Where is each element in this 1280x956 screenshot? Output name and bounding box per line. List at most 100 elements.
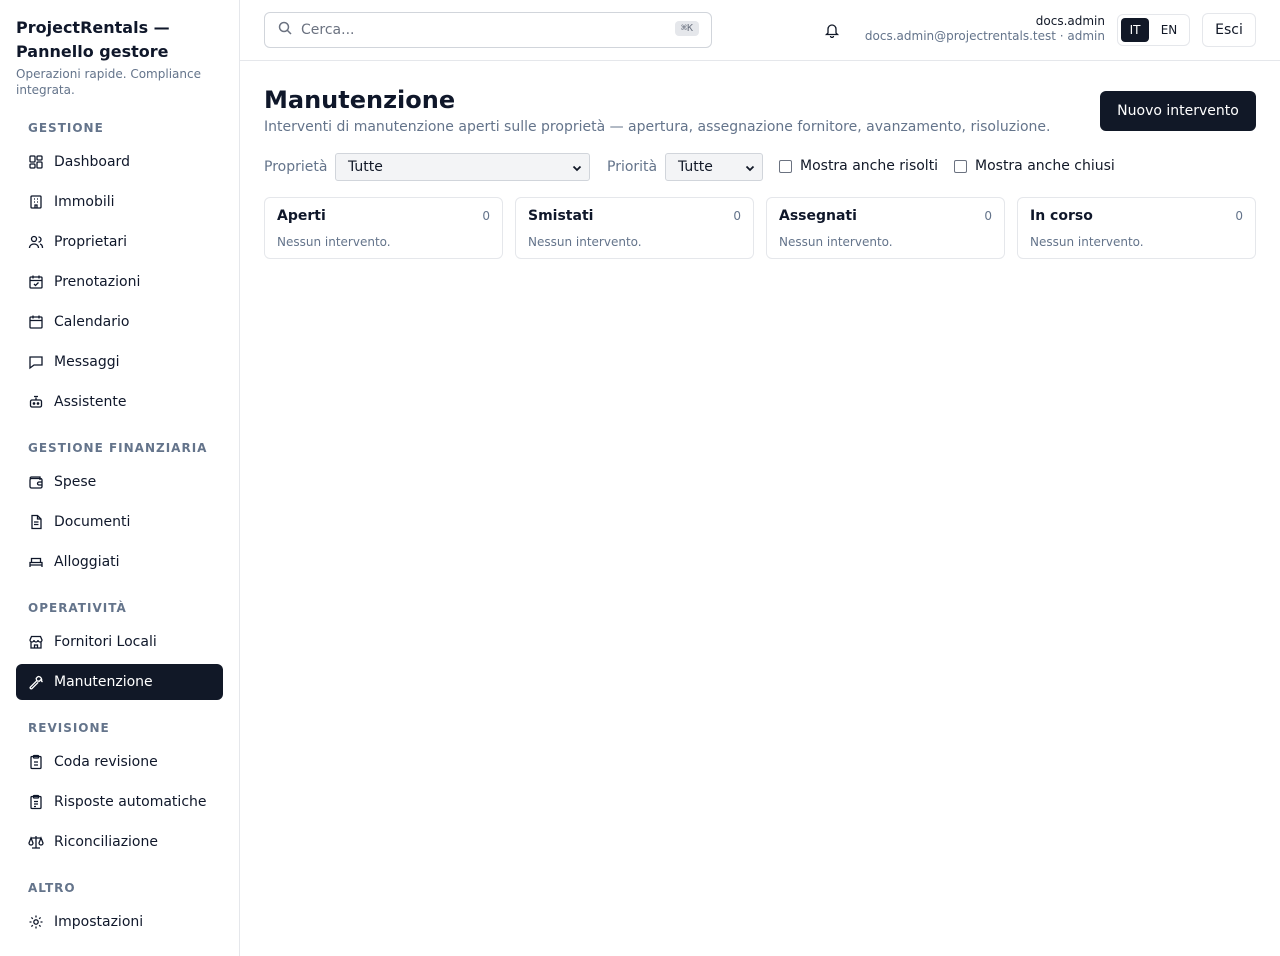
calendar-icon bbox=[28, 314, 44, 330]
search-input[interactable] bbox=[301, 22, 651, 38]
sidebar-item-label: Riconciliazione bbox=[54, 834, 158, 850]
lang-en-button[interactable]: EN bbox=[1155, 18, 1183, 42]
user-info: docs.admin docs.admin@projectrentals.tes… bbox=[865, 14, 1105, 44]
lang-it-button[interactable]: IT bbox=[1121, 18, 1149, 42]
brand-subtitle: Operazioni rapide. Compliance integrata. bbox=[16, 67, 201, 97]
gear-icon bbox=[28, 914, 44, 930]
priority-filter-label: Priorità bbox=[607, 159, 658, 175]
priority-select[interactable]: Tutte bbox=[665, 153, 763, 181]
section-title-operativita: OPERATIVITÀ bbox=[28, 601, 127, 615]
sidebar-item-label: Impostazioni bbox=[54, 914, 144, 930]
show-closed-checkbox[interactable]: Mostra anche chiusi bbox=[954, 158, 1115, 174]
sidebar-item-label: Documenti bbox=[54, 514, 131, 530]
sidebar-item-messaggi[interactable]: Messaggi bbox=[16, 344, 223, 380]
show-resolved-label: Mostra anche risolti bbox=[800, 158, 939, 174]
column-empty-text: Nessun intervento. bbox=[528, 235, 642, 249]
property-select-value: Tutte bbox=[348, 159, 383, 175]
message-icon bbox=[28, 354, 44, 370]
dashboard-icon bbox=[28, 154, 44, 170]
sidebar-item-label: Spese bbox=[54, 474, 97, 490]
sidebar-item-documenti[interactable]: Documenti bbox=[16, 504, 223, 540]
sidebar-item-prenotazioni[interactable]: Prenotazioni bbox=[16, 264, 223, 300]
column-count: 0 bbox=[733, 209, 741, 223]
column-title: Assegnati bbox=[779, 208, 857, 224]
page-subtitle: Interventi di manutenzione aperti sulle … bbox=[264, 119, 1051, 135]
column-empty-text: Nessun intervento. bbox=[1030, 235, 1144, 249]
show-resolved-checkbox[interactable]: Mostra anche risolti bbox=[779, 158, 938, 174]
new-intervention-button[interactable]: Nuovo intervento bbox=[1100, 91, 1256, 131]
sidebar-item-impostazioni[interactable]: Impostazioni bbox=[16, 904, 223, 940]
sidebar-item-coda-revisione[interactable]: Coda revisione bbox=[16, 744, 223, 780]
section-title-altro: ALTRO bbox=[28, 881, 76, 895]
sidebar-item-label: Assistente bbox=[54, 394, 127, 410]
column-empty-text: Nessun intervento. bbox=[779, 235, 893, 249]
chevron-down-icon bbox=[571, 162, 583, 174]
search-box[interactable]: ⌘K bbox=[264, 12, 712, 48]
checkbox-box[interactable] bbox=[954, 159, 967, 173]
property-filter-label: Proprietà bbox=[264, 159, 328, 175]
sidebar-item-alloggiati[interactable]: Alloggiati bbox=[16, 544, 223, 580]
sidebar-item-riconciliazione[interactable]: Riconciliazione bbox=[16, 824, 223, 860]
sidebar-item-dashboard[interactable]: Dashboard bbox=[16, 144, 223, 180]
sidebar-item-immobili[interactable]: Immobili bbox=[16, 184, 223, 220]
kanban-column-in-corso: In corso 0 Nessun intervento. bbox=[1017, 197, 1256, 259]
bell-icon[interactable] bbox=[824, 22, 840, 39]
bed-icon bbox=[28, 554, 44, 570]
wrench-icon bbox=[28, 674, 44, 690]
sidebar-item-calendario[interactable]: Calendario bbox=[16, 304, 223, 340]
users-icon bbox=[28, 234, 44, 250]
scale-icon bbox=[28, 834, 44, 850]
sidebar-item-label: Manutenzione bbox=[54, 674, 153, 690]
column-count: 0 bbox=[482, 209, 490, 223]
column-count: 0 bbox=[984, 209, 992, 223]
building-icon bbox=[28, 194, 44, 210]
calendar-check-icon bbox=[28, 274, 44, 290]
sidebar-item-label: Fornitori Locali bbox=[54, 634, 157, 650]
sidebar-item-label: Immobili bbox=[54, 194, 115, 210]
sidebar-item-label: Alloggiati bbox=[54, 554, 120, 570]
sidebar-item-manutenzione[interactable]: Manutenzione bbox=[16, 664, 223, 700]
clipboard-icon bbox=[28, 754, 44, 770]
column-empty-text: Nessun intervento. bbox=[277, 235, 391, 249]
kanban-column-assegnati: Assegnati 0 Nessun intervento. bbox=[766, 197, 1005, 259]
checkbox-box[interactable] bbox=[779, 159, 792, 173]
store-icon bbox=[28, 634, 44, 650]
sidebar-item-label: Dashboard bbox=[54, 154, 130, 170]
logout-button[interactable]: Esci bbox=[1202, 13, 1256, 47]
language-switcher: IT EN bbox=[1117, 14, 1190, 46]
sidebar-item-fornitori-locali[interactable]: Fornitori Locali bbox=[16, 624, 223, 660]
sidebar-item-proprietari[interactable]: Proprietari bbox=[16, 224, 223, 260]
priority-select-value: Tutte bbox=[678, 159, 713, 175]
column-count: 0 bbox=[1235, 209, 1243, 223]
sidebar: ProjectRentals — Pannello gestore Operaz… bbox=[0, 0, 240, 956]
bot-icon bbox=[28, 394, 44, 410]
kanban-column-smistati: Smistati 0 Nessun intervento. bbox=[515, 197, 754, 259]
user-name: docs.admin bbox=[1035, 14, 1105, 28]
sidebar-item-risposte-automatiche[interactable]: Risposte automatiche bbox=[16, 784, 223, 820]
sidebar-item-spese[interactable]: Spese bbox=[16, 464, 223, 500]
brand: ProjectRentals — Pannello gestore Operaz… bbox=[16, 16, 224, 98]
page-title: Manutenzione bbox=[264, 86, 456, 114]
column-title: Aperti bbox=[277, 208, 326, 224]
brand-title: ProjectRentals — Pannello gestore bbox=[16, 18, 170, 61]
show-closed-label: Mostra anche chiusi bbox=[975, 158, 1115, 174]
column-title: Smistati bbox=[528, 208, 594, 224]
sidebar-item-label: Messaggi bbox=[54, 354, 120, 370]
sidebar-item-label: Prenotazioni bbox=[54, 274, 141, 290]
property-select[interactable]: Tutte bbox=[335, 153, 590, 181]
section-title-revisione: REVISIONE bbox=[28, 721, 110, 735]
wallet-icon bbox=[28, 474, 44, 490]
sidebar-item-label: Coda revisione bbox=[54, 754, 158, 770]
search-shortcut-badge: ⌘K bbox=[674, 21, 699, 36]
document-icon bbox=[28, 514, 44, 530]
clipboard-list-icon bbox=[28, 794, 44, 810]
sidebar-item-label: Proprietari bbox=[54, 234, 128, 250]
section-title-gestione: GESTIONE bbox=[28, 121, 104, 135]
chevron-down-icon bbox=[744, 162, 756, 174]
sidebar-item-label: Risposte automatiche bbox=[54, 794, 207, 810]
topbar: ⌘K docs.admin docs.admin@projectrentals.… bbox=[240, 0, 1280, 61]
column-title: In corso bbox=[1030, 208, 1093, 224]
sidebar-item-label: Calendario bbox=[54, 314, 130, 330]
section-title-gestione-finanziaria: GESTIONE FINANZIARIA bbox=[28, 441, 208, 455]
sidebar-item-assistente[interactable]: Assistente bbox=[16, 384, 223, 420]
